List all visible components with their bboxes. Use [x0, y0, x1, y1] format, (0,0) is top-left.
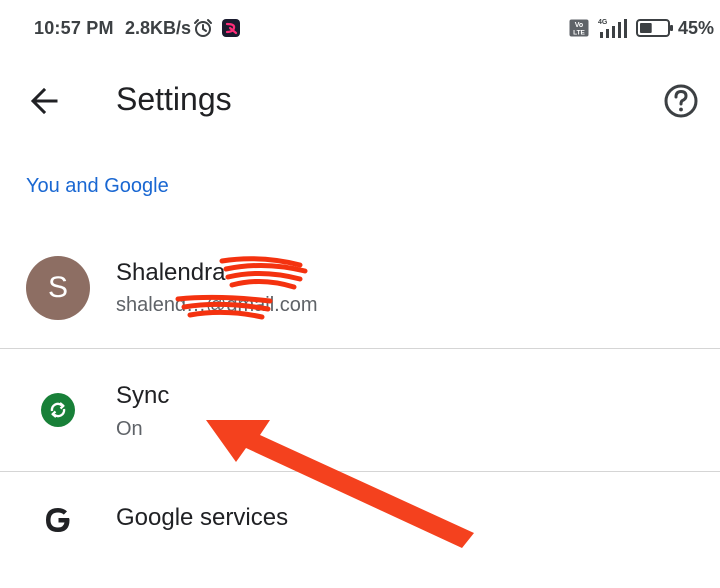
battery-icon — [636, 19, 673, 37]
signal-icon: 4G — [598, 19, 627, 38]
google-services-title: Google services — [116, 504, 289, 531]
volte-icon: Vo LTE — [569, 19, 589, 37]
page-title: Settings — [116, 81, 232, 117]
svg-text:Vo: Vo — [575, 22, 583, 29]
divider — [0, 471, 720, 472]
avatar: S — [26, 256, 90, 320]
back-button[interactable] — [20, 80, 70, 122]
sync-status: On — [116, 418, 143, 440]
top-app-bar: Settings — [0, 56, 720, 146]
network-type-label: 4G — [598, 19, 608, 26]
status-network-speed: 2.8KB/s — [125, 18, 192, 38]
account-row[interactable]: S Shalendra shalend…@gmail.com — [0, 225, 720, 348]
status-bar: 10:57 PM 2.8KB/s Vo LTE 4G 45% — [0, 0, 720, 56]
help-button[interactable] — [658, 78, 704, 124]
battery-percent: 45% — [678, 18, 715, 38]
sync-title: Sync — [116, 382, 170, 409]
app-notification-icon — [222, 19, 240, 37]
redaction-scribble — [175, 256, 308, 320]
divider — [0, 348, 720, 349]
google-g-icon — [46, 508, 70, 532]
sync-icon — [41, 393, 75, 427]
status-time: 10:57 PM — [34, 18, 114, 38]
google-services-row[interactable]: Google services — [0, 473, 720, 588]
sync-row[interactable]: Sync On — [0, 350, 720, 470]
help-icon — [664, 84, 698, 118]
account-email: shalend…@gmail.com — [116, 294, 318, 316]
svg-text:LTE: LTE — [573, 30, 585, 37]
section-header-you-and-google: You and Google — [26, 175, 169, 197]
arrow-back-icon — [30, 87, 58, 115]
account-name: Shalendra — [116, 259, 226, 286]
alarm-icon — [194, 19, 212, 37]
